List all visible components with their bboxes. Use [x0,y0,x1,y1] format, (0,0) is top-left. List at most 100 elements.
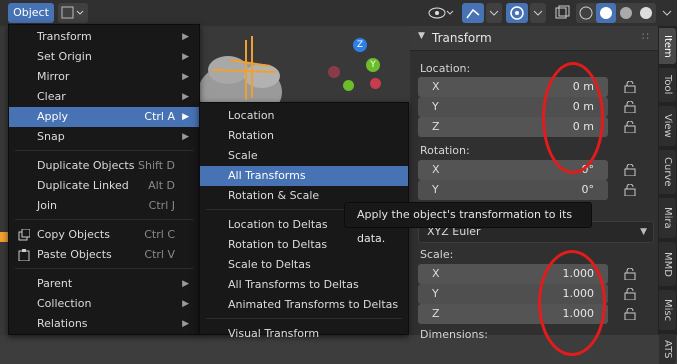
menu-item-copy-objects[interactable]: Copy Objects Ctrl C [9,225,199,245]
menu-item-animated-transforms-to-deltas[interactable]: Animated Transforms to Deltas [200,295,408,315]
menu-item-label: Paste Objects [37,248,112,261]
menu-item-label: Parent [37,277,73,290]
menu-item-label: Location [228,109,275,122]
menu-item-apply[interactable]: Apply Ctrl A ▶ [9,107,199,127]
lock-icon[interactable] [624,288,636,300]
gizmo-toggle-button[interactable] [462,3,484,23]
menu-item-shortcut: Ctrl A [144,110,175,123]
tab-item[interactable]: Item [659,28,676,64]
overlay-toggle-button[interactable] [506,3,528,23]
menu-item-parent[interactable]: Parent ▶ [9,274,199,294]
menu-item-label: All Transforms [228,169,306,182]
eye-icon [428,7,454,19]
menu-item-rotation[interactable]: Rotation [200,126,408,146]
xray-toggle-button[interactable] [552,3,572,23]
menu-item-duplicate-linked[interactable]: Duplicate Linked Alt D [9,176,199,196]
menu-item-location[interactable]: Location [200,106,408,126]
menu-item-shortcut: Alt D [148,179,175,192]
lock-icon[interactable] [624,164,636,176]
gizmo-z-label: Z [356,40,364,50]
chevron-down-icon [489,10,499,16]
lock-icon[interactable] [624,121,636,133]
menu-item-scale-to-deltas[interactable]: Scale to Deltas [200,255,408,275]
gizmo-y-axis[interactable]: Y [366,58,380,72]
menu-item-label: Relations [37,317,88,330]
transform-section-header[interactable]: ▼ Transform ∷ [410,26,658,50]
axis-label: X [432,163,440,176]
gizmo-x-axis[interactable] [370,78,381,89]
rotation-y-field[interactable]: Y 0° [418,180,608,200]
menu-item-shortcut: Ctrl V [144,248,175,261]
axis-label: Y [432,183,439,196]
menu-item-relations[interactable]: Relations ▶ [9,314,199,334]
gizmo-neg-x-axis[interactable] [328,66,340,78]
chevron-right-icon: ▶ [182,92,189,102]
tab-mira[interactable]: Mira [659,198,676,238]
annotation-oval-scale [538,250,606,356]
tab-curve[interactable]: Curve [659,150,676,194]
lock-icon[interactable] [624,81,636,93]
menu-item-label: Location to Deltas [228,218,328,231]
gizmo-y-label: Y [370,60,376,70]
menu-item-mirror[interactable]: Mirror ▶ [9,67,199,87]
section-title: Transform [432,31,492,45]
lock-icon[interactable] [624,101,636,113]
selected-edge [0,232,8,242]
solid-shading-icon[interactable] [600,7,612,19]
copy-icon [18,229,30,241]
menu-item-label: Copy Objects [37,228,110,241]
material-shading-icon[interactable] [620,7,632,19]
menu-item-paste-objects[interactable]: Paste Objects Ctrl V [9,245,199,265]
rendered-shading-icon[interactable] [640,7,652,19]
lock-icon[interactable] [624,268,636,280]
tab-misc[interactable]: Misc [659,290,676,330]
mesh-object-part [244,64,280,88]
chevron-right-icon: ▶ [182,52,189,62]
gizmo-icon [466,8,480,19]
xray-icon [555,5,570,19]
drag-handle-icon[interactable]: ∷ [642,30,650,43]
gizmo-z-axis[interactable]: Z [353,38,367,52]
menu-item-all-transforms-to-deltas[interactable]: All Transforms to Deltas [200,275,408,295]
menu-item-label: Clear [37,90,66,103]
menu-item-visual-transform[interactable]: Visual Transform [200,324,408,344]
wireframe-shading-icon[interactable] [579,6,593,20]
menu-item-label: Apply [37,110,69,123]
menu-item-shortcut: Ctrl J [148,199,175,212]
menu-item-set-origin[interactable]: Set Origin ▶ [9,47,199,67]
tab-view[interactable]: View [659,106,676,146]
chevron-down-icon: ▼ [418,31,425,41]
scale-label: Scale: [420,248,454,261]
menu-item-transform[interactable]: Transform ▶ [9,27,199,47]
object-menu-button[interactable]: Object [8,3,54,23]
menu-item-collection[interactable]: Collection ▶ [9,294,199,314]
chevron-right-icon: ▶ [182,132,189,142]
menu-item-scale[interactable]: Scale [200,146,408,166]
gizmo-dropdown[interactable] [486,3,502,23]
sidebar-panel: ▼ Transform ∷ Location: X0 m Y0 m Z0 m R… [410,26,658,356]
overlay-dropdown[interactable] [530,3,546,23]
visibility-dropdown[interactable] [426,3,456,23]
location-label: Location: [420,62,471,75]
menu-item-duplicate-objects[interactable]: Duplicate Objects Shift D [9,156,199,176]
lock-icon[interactable] [624,308,636,320]
menu-item-clear[interactable]: Clear ▶ [9,87,199,107]
lock-icon[interactable] [624,184,636,196]
annotation-oval-location [542,62,604,174]
shading-dropdown[interactable] [660,3,674,23]
tab-mmd[interactable]: MMD [659,242,676,286]
menu-item-label: Animated Transforms to Deltas [228,298,399,311]
chevron-right-icon: ▶ [182,319,189,329]
axis-label: Z [432,120,440,133]
tab-ats[interactable]: ATS [659,334,676,364]
menu-item-join[interactable]: Join Ctrl J [9,196,199,216]
menu-item-all-transforms[interactable]: All Transforms [200,166,408,186]
menu-separator [15,150,193,151]
menu-item-snap[interactable]: Snap ▶ [9,127,199,147]
object-type-dropdown[interactable] [58,3,88,23]
tab-tool[interactable]: Tool [659,68,676,102]
axis-label: Y [432,287,439,300]
chevron-down-icon [533,10,543,16]
menu-item-label: Rotation [228,129,275,142]
gizmo-neg-y-axis[interactable] [343,80,354,91]
